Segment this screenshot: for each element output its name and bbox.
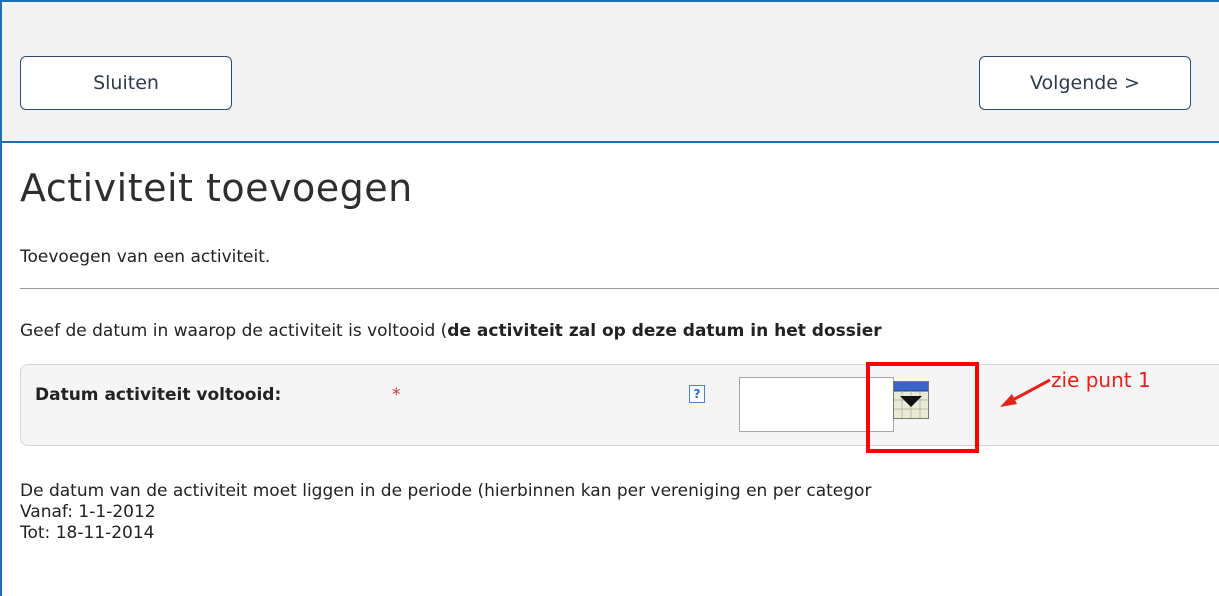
period-description: De datum van de activiteit moet liggen i… [20,481,872,501]
date-instruction: Geef de datum in waarop de activiteit is… [20,321,882,341]
annotation-arrow-icon [1000,378,1051,407]
period-to: Tot: 18-11-2014 [20,523,155,543]
next-button[interactable]: Volgende > [979,56,1191,110]
period-info: De datum van de activiteit moet liggen i… [20,481,871,544]
period-from: Vanaf: 1-1-2012 [20,502,156,522]
instruction-bold-text: de activiteit zal op deze datum in het d… [447,321,882,341]
date-field-label: Datum activiteit voltooid: [35,385,282,405]
calendar-dropdown-icon [893,381,929,419]
section-divider [20,288,1219,289]
top-toolbar: Sluiten Volgende > [0,0,1219,143]
page-title: Activiteit toevoegen [20,166,413,210]
close-button[interactable]: Sluiten [20,56,232,110]
annotation-label: zie punt 1 [1051,368,1151,392]
date-completed-input[interactable] [739,377,894,432]
page-subtitle: Toevoegen van een activiteit. [20,247,271,267]
instruction-text: Geef de datum in waarop de activiteit is… [20,321,448,341]
required-marker: * [392,385,401,405]
calendar-picker-button[interactable] [893,381,929,419]
toolbar-top-border [0,0,1219,2]
frame-left-border [0,0,2,596]
help-icon[interactable]: ? [689,385,705,403]
